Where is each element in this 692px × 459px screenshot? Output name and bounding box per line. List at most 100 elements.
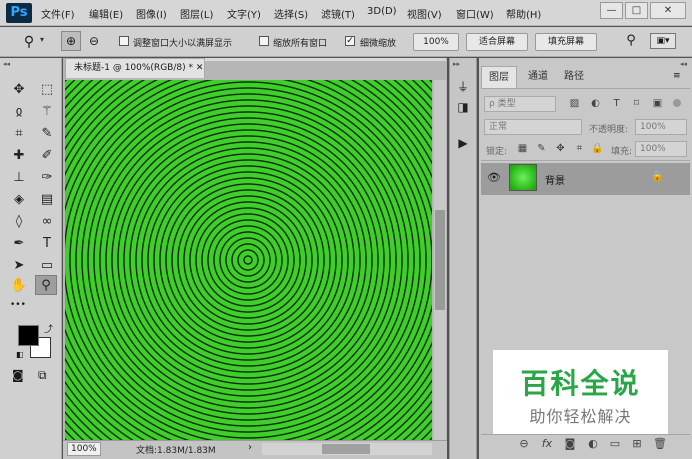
adjustment-layer-icon[interactable]: ◐	[585, 437, 601, 451]
tab-layers[interactable]: 图层	[481, 66, 517, 88]
layer-name[interactable]: 背景	[545, 172, 565, 187]
menu-image[interactable]: 图像(I)	[136, 6, 167, 21]
menu-type[interactable]: 文字(Y)	[227, 6, 261, 21]
magic-wand-tool-icon[interactable]: ⚚	[36, 102, 58, 122]
opacity-label: 不透明度:	[589, 125, 629, 135]
filter-smart-object-icon[interactable]: ▣	[651, 97, 664, 110]
eye-visibility-icon[interactable]: 👁	[487, 170, 501, 186]
clone-stamp-tool-icon[interactable]: ⊥	[8, 168, 30, 188]
histogram-icon[interactable]: ⏚	[454, 78, 472, 96]
lock-artboard-icon[interactable]: ⌗	[573, 142, 586, 155]
edit-toolbar-icon[interactable]: •••	[10, 300, 26, 310]
opacity-field[interactable]: 100%	[635, 119, 687, 135]
crop-tool-icon[interactable]: ⌗	[8, 124, 30, 144]
menu-filter[interactable]: 滤镜(T)	[321, 6, 355, 21]
tab-channels[interactable]: 通道	[520, 66, 556, 88]
filter-pixel-icon[interactable]: ▨	[568, 97, 581, 110]
layer-filter-select[interactable]: ρ 类型	[484, 96, 556, 112]
restore-button[interactable]: □	[625, 2, 648, 19]
panel-collapse-right-icon[interactable]: ◂◂	[680, 60, 687, 68]
healing-brush-tool-icon[interactable]: ✚	[8, 146, 30, 166]
gradient-tool-icon[interactable]: ▤	[36, 190, 58, 210]
menu-file[interactable]: 文件(F)	[41, 6, 75, 21]
scrubby-zoom-label: 细微缩放	[360, 39, 397, 49]
collapsed-panel-strip	[449, 58, 477, 459]
foreground-color-swatch[interactable]	[18, 325, 39, 346]
horizontal-scroll-thumb[interactable]	[322, 444, 370, 454]
menu-view[interactable]: 视图(V)	[407, 6, 442, 21]
status-menu-arrow-icon[interactable]: ›	[248, 442, 252, 453]
zoom-tool-icon[interactable]: ⚲	[35, 275, 57, 295]
expand-panels-icon[interactable]: ▸▸	[453, 60, 460, 68]
lasso-tool-icon[interactable]: ჲ	[8, 102, 30, 122]
actions-play-icon[interactable]: ▶	[454, 134, 472, 152]
preset-dropdown-arrow-icon[interactable]: ▾	[40, 35, 44, 44]
eyedropper-tool-icon[interactable]: ✎	[36, 124, 58, 144]
zoom-in-icon[interactable]: ⊕	[61, 31, 81, 51]
marquee-tool-icon[interactable]: ⬚	[36, 80, 58, 100]
move-tool-icon[interactable]: ✥	[8, 80, 30, 100]
delete-layer-icon[interactable]: 🗑	[652, 437, 668, 451]
menu-help[interactable]: 帮助(H)	[506, 6, 541, 21]
zoom-100-button[interactable]: 100%	[413, 33, 459, 51]
close-window-button[interactable]: ✕	[650, 2, 686, 19]
menu-window[interactable]: 窗口(W)	[456, 6, 494, 21]
menu-3d[interactable]: 3D(D)	[367, 6, 397, 17]
add-mask-icon[interactable]: ◙	[562, 437, 578, 451]
rectangle-tool-icon[interactable]: ▭	[36, 256, 58, 276]
lock-position-icon[interactable]: ✥	[554, 142, 567, 155]
filter-adjustment-icon[interactable]: ◐	[589, 97, 602, 110]
fill-screen-button[interactable]: 填充屏幕	[535, 33, 597, 51]
menu-select[interactable]: 选择(S)	[274, 6, 308, 21]
blend-mode-select[interactable]: 正常	[484, 119, 582, 135]
fx-icon[interactable]: fx	[539, 437, 555, 451]
fill-field[interactable]: 100%	[635, 141, 687, 157]
screen-mode-icon[interactable]: ⧉	[38, 368, 47, 383]
panel-collapse-icon[interactable]: ◂◂	[3, 60, 10, 68]
hand-tool-icon[interactable]: ✋	[8, 276, 30, 296]
vertical-scroll-thumb[interactable]	[435, 210, 445, 310]
type-tool-icon[interactable]: T	[36, 234, 58, 254]
eraser-tool-icon[interactable]: ◈	[8, 190, 30, 210]
document-canvas[interactable]	[65, 80, 432, 440]
zoom-all-windows-checkbox[interactable]	[259, 36, 269, 46]
menu-edit[interactable]: 编辑(E)	[89, 6, 123, 21]
filter-type-icon[interactable]: T	[610, 97, 623, 110]
document-tab[interactable]: 未标题-1 @ 100%(RGB/8) * ✕	[65, 58, 205, 78]
filter-shape-icon[interactable]: ⌑	[630, 97, 643, 110]
pen-tool-icon[interactable]: ✒	[8, 234, 30, 254]
fit-screen-button[interactable]: 适合屏幕	[466, 33, 528, 51]
brush-tool-icon[interactable]: ✐	[36, 146, 58, 166]
link-layers-icon[interactable]: ⊖	[516, 437, 532, 451]
lock-label: 锁定:	[486, 147, 508, 157]
layer-thumbnail[interactable]	[509, 164, 537, 191]
new-group-icon[interactable]: ▭	[607, 437, 623, 451]
resize-windows-checkbox[interactable]	[119, 36, 129, 46]
close-document-icon[interactable]: ✕	[196, 63, 204, 73]
swap-colors-icon[interactable]: ⤴	[44, 322, 53, 335]
lock-transparent-icon[interactable]: ▦	[516, 142, 529, 155]
lock-image-icon[interactable]: ✎	[535, 142, 548, 155]
search-icon[interactable]: ⚲	[622, 32, 640, 50]
blur-tool-icon[interactable]: ◊	[8, 212, 30, 232]
quick-mask-icon[interactable]: ◙	[12, 368, 24, 382]
status-zoom-field[interactable]: 100%	[67, 442, 101, 456]
history-brush-tool-icon[interactable]: ✑	[36, 168, 58, 188]
minimize-button[interactable]: —	[600, 2, 623, 19]
document-size-info[interactable]: 文档:1.83M/1.83M	[136, 443, 216, 456]
default-colors-icon[interactable]: ◧	[16, 350, 24, 359]
lock-all-icon[interactable]: 🔒	[591, 142, 604, 155]
layer-lock-icon[interactable]: 🔒	[651, 171, 663, 182]
tab-paths[interactable]: 路径	[556, 66, 592, 88]
filter-toggle-icon[interactable]	[673, 99, 681, 107]
menu-layer[interactable]: 图层(L)	[180, 6, 213, 21]
zoom-tool-preset-icon[interactable]: ⚲	[18, 31, 40, 53]
workspace-icon[interactable]: ▣▾	[650, 33, 676, 49]
info-panel-icon[interactable]: ◨	[454, 98, 472, 116]
panel-menu-icon[interactable]: ≡	[673, 71, 681, 81]
new-layer-icon[interactable]: ⊞	[629, 437, 645, 451]
zoom-out-icon[interactable]: ⊖	[84, 31, 104, 51]
scrubby-zoom-checkbox[interactable]: ✓	[345, 36, 355, 46]
path-selection-tool-icon[interactable]: ➤	[8, 256, 30, 276]
dodge-tool-icon[interactable]: ∞	[36, 212, 58, 232]
